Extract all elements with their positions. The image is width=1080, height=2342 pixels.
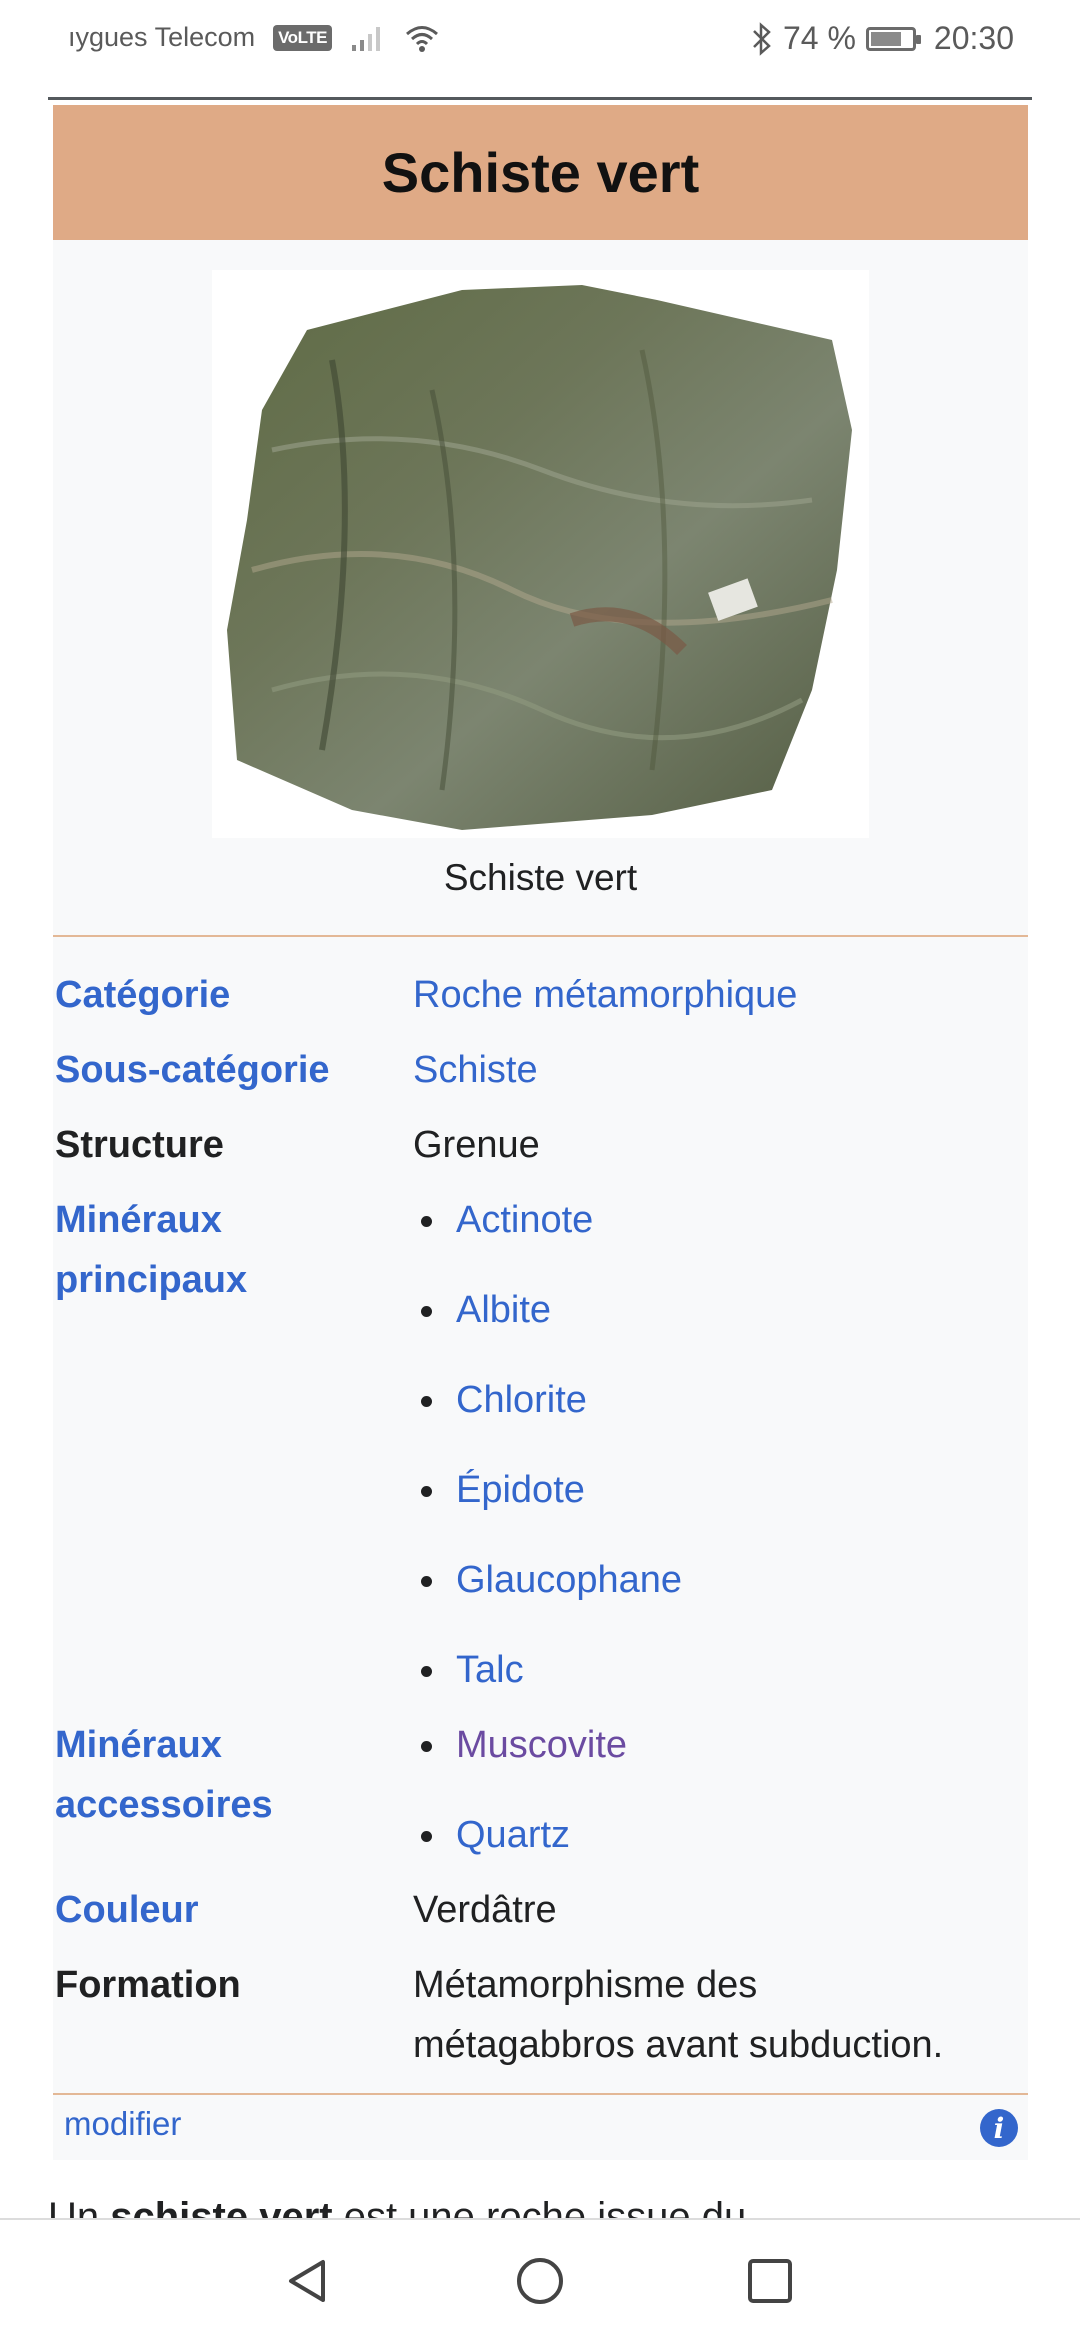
label-line-2: accessoires: [55, 1784, 273, 1826]
formation-line-2: métagabbros avant subduction.: [413, 2024, 944, 2066]
rock-image[interactable]: [212, 270, 869, 838]
list-item: Actinote: [413, 1190, 682, 1280]
nav-back-icon[interactable]: [283, 2256, 333, 2306]
list-item: Albite: [413, 1280, 682, 1370]
infobox-title: Schiste vert: [53, 105, 1028, 240]
image-caption: Schiste vert: [443, 857, 638, 898]
value-couleur: Verdâtre: [413, 1889, 557, 1931]
nav-home-icon[interactable]: [515, 2256, 565, 2306]
label-line-2: principaux: [55, 1259, 248, 1301]
wifi-icon: [405, 25, 438, 52]
bluetooth-icon: [753, 21, 771, 56]
principal-minerals-list: Actinote Albite Chlorite Épidote Glaucop…: [413, 1190, 682, 1715]
list-item: Talc: [413, 1640, 682, 1715]
edit-link[interactable]: modifier: [64, 2105, 181, 2143]
label-structure: Structure: [55, 1124, 224, 1166]
status-bar: ıygues Telecom VoLTE 74 % 20:30: [0, 0, 1080, 80]
label-couleur-link[interactable]: Couleur: [55, 1880, 199, 1940]
header-divider: [48, 97, 1032, 100]
list-item: Glaucophane: [413, 1550, 682, 1640]
infobox-divider-top: [53, 935, 1028, 937]
list-item: Épidote: [413, 1460, 682, 1550]
mineral-link-glaucophane[interactable]: Glaucophane: [456, 1559, 682, 1601]
label-line-1: Minéraux: [55, 1199, 222, 1241]
list-item: Quartz: [413, 1805, 627, 1880]
value-formation: Métamorphisme des métagabbros avant subd…: [413, 1955, 943, 2075]
volte-badge: VoLTE: [273, 24, 332, 51]
nav-recents-icon[interactable]: [745, 2256, 795, 2306]
rock-illustration: [227, 285, 852, 830]
clock: 20:30: [933, 20, 1014, 56]
info-icon[interactable]: i: [980, 2109, 1018, 2147]
label-mineraux-principaux-link[interactable]: Minéraux principaux: [55, 1190, 247, 1310]
label-formation: Formation: [55, 1964, 241, 2006]
value-sous-categorie-link[interactable]: Schiste: [413, 1040, 538, 1100]
mineral-link-quartz[interactable]: Quartz: [456, 1814, 570, 1856]
list-item: Muscovite: [413, 1715, 627, 1805]
label-categorie-link[interactable]: Catégorie: [55, 965, 230, 1025]
label-line-1: Minéraux: [55, 1724, 222, 1766]
label-sous-categorie-link[interactable]: Sous-catégorie: [55, 1040, 330, 1100]
carrier-name: ıygues Telecom: [68, 22, 256, 52]
accessory-minerals-list: Muscovite Quartz: [413, 1715, 627, 1880]
infobox-footer: modifier i: [53, 2095, 1028, 2160]
navigation-bar: [0, 2218, 1080, 2342]
battery-icon: [865, 26, 921, 51]
mineral-link-albite[interactable]: Albite: [456, 1289, 551, 1331]
mineral-link-talc[interactable]: Talc: [456, 1649, 524, 1691]
formation-line-1: Métamorphisme des: [413, 1964, 758, 2006]
mineral-link-epidote[interactable]: Épidote: [456, 1469, 585, 1511]
signal-icon: [351, 26, 380, 51]
mineral-link-muscovite[interactable]: Muscovite: [456, 1724, 627, 1766]
label-mineraux-accessoires-link[interactable]: Minéraux accessoires: [55, 1715, 273, 1835]
mineral-link-chlorite[interactable]: Chlorite: [456, 1379, 587, 1421]
value-structure: Grenue: [413, 1124, 540, 1166]
list-item: Chlorite: [413, 1370, 682, 1460]
value-categorie-link[interactable]: Roche métamorphique: [413, 965, 797, 1025]
battery-percent: 74 %: [782, 20, 856, 56]
mineral-link-actinote[interactable]: Actinote: [456, 1199, 593, 1241]
